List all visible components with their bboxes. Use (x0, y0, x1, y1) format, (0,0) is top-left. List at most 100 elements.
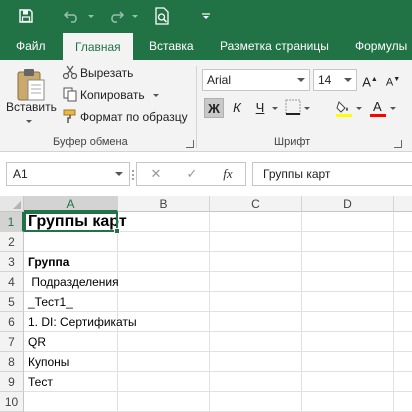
font-color-icon[interactable]: A (368, 98, 388, 118)
grid-cell[interactable] (302, 232, 394, 252)
cancel-icon[interactable]: ✕ (141, 163, 171, 185)
grid-cell[interactable] (24, 392, 118, 412)
grid-cell[interactable] (302, 312, 394, 332)
grid-cell[interactable] (302, 212, 394, 232)
cut-button[interactable]: Вырезать (80, 66, 133, 80)
increase-font-size-icon[interactable]: A▲ (360, 70, 380, 90)
grid-cell[interactable] (210, 372, 302, 392)
grid-cell[interactable] (24, 232, 118, 252)
grid-cell[interactable] (394, 372, 412, 392)
grid-cell[interactable] (118, 352, 210, 372)
insert-function-button[interactable]: fx (213, 163, 243, 185)
cell-a4[interactable]: Подразделения (28, 272, 118, 292)
borders-icon[interactable] (284, 98, 302, 118)
fill-color-dropdown-icon[interactable] (356, 107, 362, 110)
redo-dropdown-icon[interactable] (130, 0, 140, 32)
tab-home[interactable]: Главная (63, 33, 133, 60)
grid-cell[interactable] (210, 252, 302, 272)
grid-cell[interactable] (118, 392, 210, 412)
underline-dropdown-icon[interactable] (272, 107, 278, 110)
redo-icon[interactable] (102, 0, 130, 32)
grid-cell[interactable] (210, 212, 302, 232)
tab-insert[interactable]: Вставка (149, 32, 194, 60)
bold-button[interactable]: Ж (204, 98, 224, 118)
row-header[interactable]: 6 (0, 312, 24, 332)
cell-a8[interactable]: Купоны (28, 352, 69, 372)
fill-color-icon[interactable] (334, 98, 354, 118)
grid-cell[interactable] (394, 352, 412, 372)
font-name-select[interactable]: Arial (202, 69, 310, 91)
decrease-font-size-icon[interactable]: A▼ (383, 70, 403, 90)
grid-cell[interactable] (394, 212, 412, 232)
grid-cell[interactable] (210, 292, 302, 312)
column-header-c[interactable]: C (210, 196, 302, 212)
tab-file[interactable]: Файл (14, 32, 48, 60)
grid-cell[interactable] (118, 372, 210, 392)
formula-input[interactable]: Группы карт (252, 162, 412, 186)
grid-cell[interactable] (394, 252, 412, 272)
select-all-button[interactable] (0, 196, 24, 212)
underline-button[interactable]: Ч (250, 98, 270, 118)
grid-cell[interactable] (394, 292, 412, 312)
name-box[interactable]: A1 (6, 162, 130, 186)
clipboard-launcher-icon[interactable] (186, 140, 194, 148)
copy-button[interactable]: Копировать (80, 88, 145, 102)
grid-cell[interactable] (302, 272, 394, 292)
cell-a7[interactable]: QR (28, 332, 46, 352)
tab-page-layout[interactable]: Разметка страницы (220, 32, 329, 60)
paste-dropdown-icon[interactable] (26, 120, 32, 123)
grid-cell[interactable] (210, 332, 302, 352)
undo-dropdown-icon[interactable] (86, 0, 96, 32)
grid-cell[interactable] (302, 392, 394, 412)
grid-cell[interactable] (118, 272, 210, 292)
grid-cell[interactable] (210, 392, 302, 412)
resize-handle-icon[interactable] (131, 168, 135, 180)
row-header[interactable]: 4 (0, 272, 24, 292)
grid-cell[interactable] (394, 232, 412, 252)
italic-button[interactable]: К (227, 98, 247, 118)
tab-formulas[interactable]: Формулы (355, 32, 407, 60)
grid-cell[interactable] (118, 212, 210, 232)
column-header-b[interactable]: B (118, 196, 210, 212)
font-color-dropdown-icon[interactable] (390, 107, 396, 110)
enter-icon[interactable]: ✓ (177, 163, 207, 185)
grid-cell[interactable] (302, 252, 394, 272)
row-header[interactable]: 10 (0, 392, 24, 412)
undo-icon[interactable] (58, 0, 86, 32)
grid-cell[interactable] (302, 352, 394, 372)
cell-a5[interactable]: _Тест1_ (28, 292, 73, 312)
grid-cell[interactable] (394, 312, 412, 332)
column-header-a[interactable]: A (24, 196, 118, 212)
grid-cell[interactable] (118, 332, 210, 352)
row-header[interactable]: 9 (0, 372, 24, 392)
paste-button[interactable]: Вставить (6, 100, 57, 114)
grid-cell[interactable] (210, 352, 302, 372)
borders-dropdown-icon[interactable] (304, 107, 310, 110)
row-header[interactable]: 1 (0, 212, 24, 232)
grid-cell[interactable] (394, 272, 412, 292)
grid-cell[interactable] (210, 232, 302, 252)
paste-icon[interactable] (14, 66, 48, 104)
grid-cell[interactable] (210, 312, 302, 332)
print-preview-icon[interactable] (150, 0, 174, 32)
grid-cell[interactable] (302, 292, 394, 312)
grid-cell[interactable] (394, 332, 412, 352)
grid-cell[interactable] (118, 232, 210, 252)
column-header-d[interactable]: D (302, 196, 394, 212)
cell-a6[interactable]: 1. DI: Сертификаты (28, 312, 137, 332)
copy-dropdown-icon[interactable] (153, 94, 159, 97)
format-painter-button[interactable]: Формат по образцу (80, 110, 188, 124)
font-size-select[interactable]: 14 (313, 69, 357, 91)
cell-a9[interactable]: Тест (28, 372, 53, 392)
column-header-e[interactable] (394, 196, 412, 212)
font-launcher-icon[interactable] (394, 140, 402, 148)
row-header[interactable]: 8 (0, 352, 24, 372)
grid-cell[interactable] (118, 252, 210, 272)
grid-cell[interactable] (118, 292, 210, 312)
grid-cell[interactable] (302, 332, 394, 352)
grid-cell[interactable] (302, 372, 394, 392)
row-header[interactable]: 3 (0, 252, 24, 272)
fill-handle[interactable] (114, 228, 120, 234)
row-header[interactable]: 5 (0, 292, 24, 312)
customize-quick-access-icon[interactable] (198, 0, 214, 32)
